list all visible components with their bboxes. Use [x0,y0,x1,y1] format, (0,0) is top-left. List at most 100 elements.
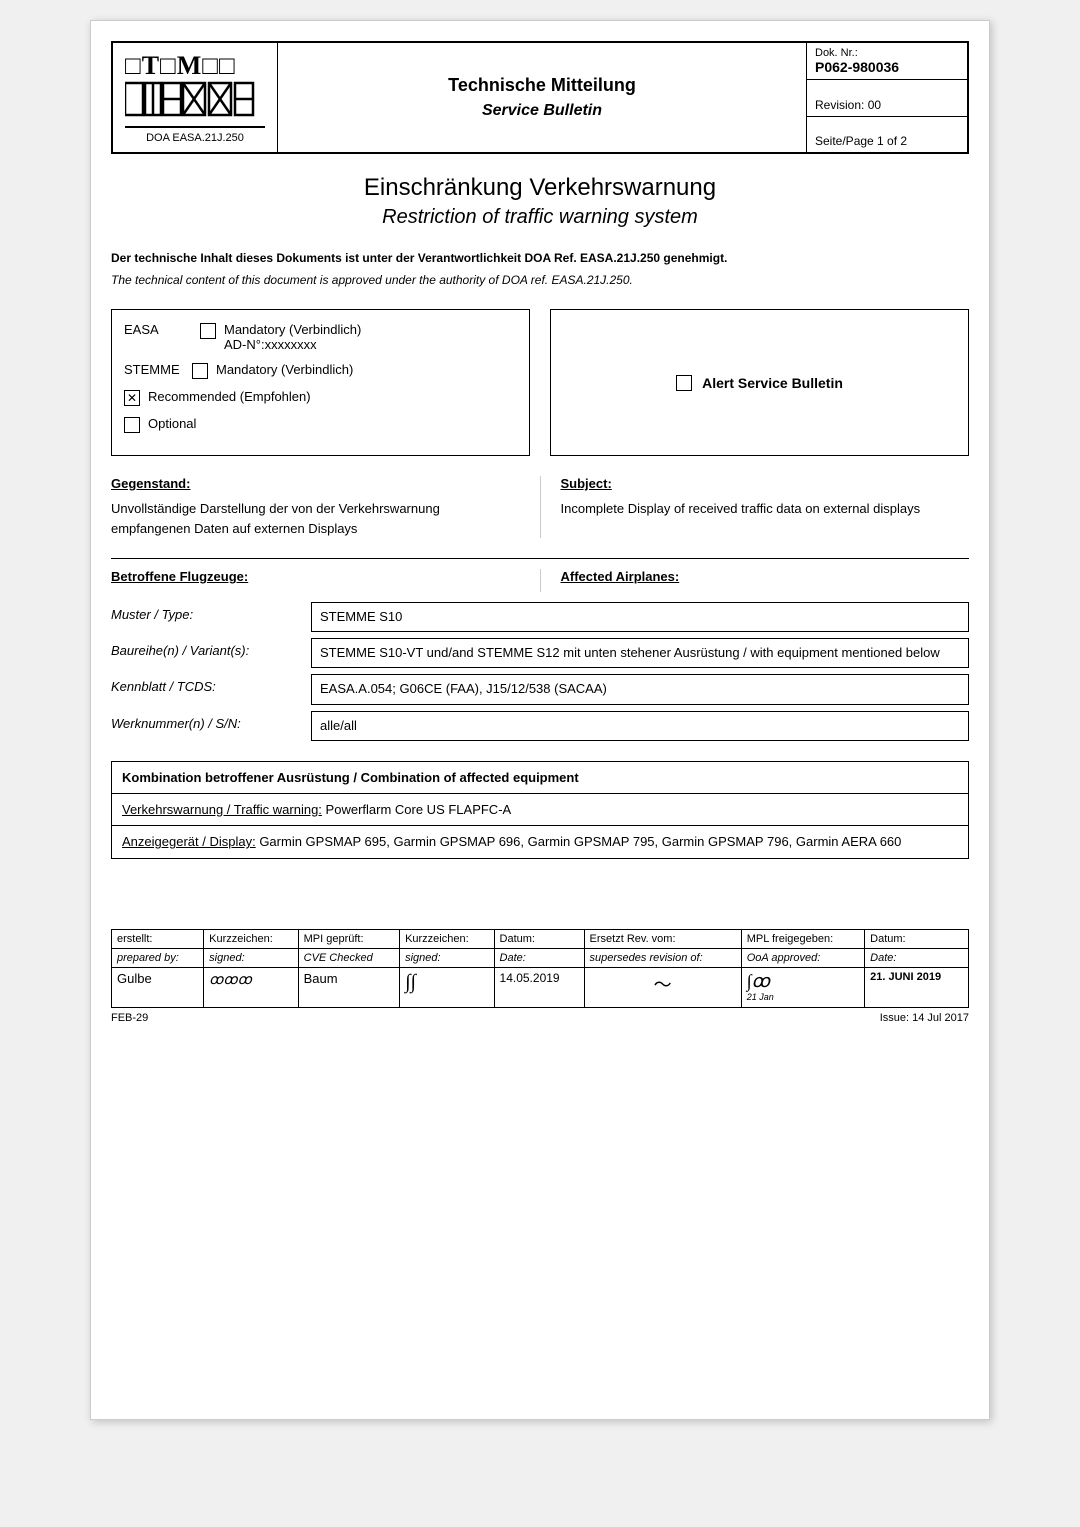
traffic-label: Verkehrswarnung / Traffic warning: [122,802,322,817]
stemme-row: STEMME Mandatory (Verbindlich) [124,362,517,379]
gegenstand-left: Gegenstand: Unvollständige Darstellung d… [111,476,541,538]
mpl-sig-text: ∫ꝏ [747,971,770,991]
betroffene-section: Betroffene Flugzeuge: Affected Airplanes… [111,569,969,592]
erstellt-header: erstellt: [112,929,204,948]
prepared-by: prepared by: [112,948,204,967]
kennblatt-row: Kennblatt / TCDS: EASA.A.054; G06CE (FAA… [111,674,969,704]
mpl-datum-value: 21. JUNI 2019 [865,967,969,1007]
muster-label: Muster / Type: [111,602,311,622]
service-bulletin: Service Bulletin [482,102,602,120]
spacer [91,889,989,929]
doc-info: Dok. Nr.: P062-980036 Revision: 00 Seite… [807,43,967,152]
muster-value: STEMME S10 [311,602,969,632]
header-title-section: Technische Mitteilung Service Bulletin [278,43,807,152]
easa-label: EASA [124,322,184,337]
stemme-logo: □T□M□□ [125,51,265,81]
display-row: Anzeigegerät / Display: Garmin GPSMAP 69… [112,826,968,858]
affected-right: Affected Airplanes: [541,569,970,592]
main-title-section: Einschränkung Verkehrswarnung Restrictio… [91,154,989,239]
sig2-icon: ∫∫ [405,971,416,993]
datum-header: Datum: [494,929,584,948]
kurz1-signed: signed: [204,948,298,967]
logo-text: □T□M□□ [125,51,236,81]
logo-divider [125,126,265,128]
supersedes: supersedes revision of: [584,948,741,967]
baureihe-row: Baureihe(n) / Variant(s): STEMME S10-VT … [111,638,969,668]
stemme-checkbox[interactable] [192,363,208,379]
gegenstand-section: Gegenstand: Unvollständige Darstellung d… [111,476,969,538]
easa-adn: AD-N°:xxxxxxxx [224,337,361,352]
optional-row: Optional [124,416,517,433]
dok-nr-value: P062-980036 [815,59,959,75]
kurz1-header: Kurzzeichen: [204,929,298,948]
display-value: Garmin GPSMAP 695, Garmin GPSMAP 696, Ga… [259,834,901,849]
seite-row: Seite/Page 1 of 2 [807,130,967,152]
kennblatt-label: Kennblatt / TCDS: [111,674,311,694]
sig1-cell: ꝏꝏꝏ [204,967,298,1007]
recommended-row: Recommended (Empfohlen) [124,389,517,406]
classification-section: EASA Mandatory (Verbindlich) AD-N°:xxxxx… [111,309,969,456]
footer-section: erstellt: Kurzzeichen: MPI geprüft: Kurz… [111,929,969,1024]
classification-left: EASA Mandatory (Verbindlich) AD-N°:xxxxx… [111,309,530,456]
stemme-mandatory: Mandatory (Verbindlich) [216,362,353,377]
traffic-value: Powerflarm Core US FLAPFC-A [326,802,512,817]
logo-stemme [125,81,265,122]
sig1-icon: ꝏꝏꝏ [209,973,252,988]
muster-row: Muster / Type: STEMME S10 [111,602,969,632]
subject-heading: Subject: [561,476,970,491]
tech-mitteilung: Technische Mitteilung [448,75,636,96]
footer-bottom: FEB-29 Issue: 14 Jul 2017 [111,1012,969,1024]
doa-text: DOA EASA.21J.250 [125,132,265,144]
alert-checkbox[interactable] [676,375,692,391]
baum-cell: Baum [298,967,399,1007]
optional-text: Optional [148,416,196,431]
mpl-stamp-text: 21 Jan [747,992,859,1002]
baureihe-label-text: Baureihe(n) / Variant(s): [111,643,249,658]
authority-english: The technical content of this document i… [111,271,969,289]
dok-nr-row: Dok. Nr.: P062-980036 [807,43,967,80]
dok-nr-label: Dok. Nr.: [815,47,959,59]
feb-code: FEB-29 [111,1012,148,1024]
logo-section: □T□M□□ DOA EASA.21J.250 [113,43,278,152]
baureihe-label: Baureihe(n) / Variant(s): [111,638,311,658]
display-label: Anzeigegerät / Display: [122,834,256,849]
footer-italic-row: prepared by: signed: CVE Checked signed:… [112,948,969,967]
ooa-approved: OoA approved: [741,948,864,967]
gegenstand-text: Unvollständige Darstellung der von der V… [111,499,520,538]
optional-checkbox[interactable] [124,417,140,433]
footer-sig-row: Gulbe ꝏꝏꝏ Baum ∫∫ 14.05.2019 ～ ∫ꝏ 21 Jan… [112,967,969,1007]
footer-header-row: erstellt: Kurzzeichen: MPI geprüft: Kurz… [112,929,969,948]
classification-right: Alert Service Bulletin [550,309,969,456]
mpl-header: MPL freigegeben: [741,929,864,948]
subject-right: Subject: Incomplete Display of received … [541,476,970,538]
gegenstand-heading: Gegenstand: [111,476,520,491]
title-german: Einschränkung Verkehrswarnung [111,174,969,202]
traffic-row: Verkehrswarnung / Traffic warning: Power… [112,794,968,827]
recommended-text: Recommended (Empfohlen) [148,389,311,404]
muster-label-text: Muster / Type: [111,607,193,622]
cve-checked: CVE Checked [298,948,399,967]
footer-table: erstellt: Kurzzeichen: MPI geprüft: Kurz… [111,929,969,1008]
stemme-label: STEMME [124,362,184,377]
datum-value-cell: 14.05.2019 [494,967,584,1007]
betroffene-heading: Betroffene Flugzeuge: [111,569,520,584]
kennblatt-label-text: Kennblatt / TCDS: [111,679,216,694]
document-header: □T□M□□ DOA EASA.21J.250 Technische Mitte… [111,41,969,154]
combination-box: Kombination betroffener Ausrüstung / Com… [111,761,969,859]
mpl-datum-header: Datum: [865,929,969,948]
easa-checkbox[interactable] [200,323,216,339]
mpl-date-label: Date: [865,948,969,967]
date-label: Date: [494,948,584,967]
document-page: □T□M□□ DOA EASA.21J.250 Technische Mitte… [90,20,990,1420]
ersetzt-header: Ersetzt Rev. vom: [584,929,741,948]
betroffene-left: Betroffene Flugzeuge: [111,569,541,592]
werknummer-value: alle/all [311,711,969,741]
alert-label: Alert Service Bulletin [702,375,843,391]
issue-text: Issue: 14 Jul 2017 [880,1012,969,1024]
werknummer-label-text: Werknummer(n) / S/N: [111,716,241,731]
authority-german: Der technische Inhalt dieses Dokuments i… [111,249,969,267]
divider-1 [111,558,969,559]
authority-section: Der technische Inhalt dieses Dokuments i… [111,249,969,289]
recommended-checkbox[interactable] [124,390,140,406]
kennblatt-value: EASA.A.054; G06CE (FAA), J15/12/538 (SAC… [311,674,969,704]
